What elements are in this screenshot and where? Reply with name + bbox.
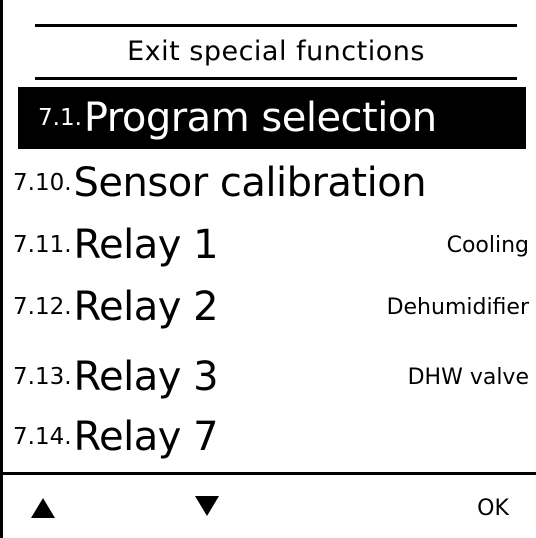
menu-item-value: Cooling [446, 232, 529, 258]
menu-item-number: 7.13. [13, 364, 72, 390]
menu-item-relay-2[interactable]: 7.12. Relay 2 Dehumidifier [13, 276, 529, 338]
menu-item-relay-3[interactable]: 7.13. Relay 3 DHW valve [13, 346, 529, 408]
scroll-up-button[interactable] [18, 488, 68, 528]
menu-header-exit[interactable]: Exit special functions [35, 30, 517, 72]
screen-frame-left [0, 0, 3, 538]
ok-label: OK [477, 495, 509, 521]
menu-item-value: Dehumidifier [386, 294, 529, 320]
menu-item-program-selection[interactable]: 7.1. Program selection [18, 87, 526, 149]
header-top-rule [35, 24, 517, 27]
footer-rule [0, 472, 536, 475]
menu-item-number: 7.11. [13, 232, 72, 258]
menu-item-relay-7[interactable]: 7.14. Relay 7 [13, 406, 529, 468]
menu-item-label: Relay 2 [73, 284, 219, 330]
menu-item-sensor-calibration[interactable]: 7.10. Sensor calibration [13, 152, 529, 214]
menu-item-label: Relay 1 [73, 222, 219, 268]
ok-button[interactable]: OK [460, 488, 526, 528]
menu-item-label: Program selection [83, 95, 437, 141]
triangle-up-icon [31, 498, 55, 518]
menu-item-label: Relay 3 [73, 354, 219, 400]
scroll-down-button[interactable] [182, 486, 232, 526]
menu-item-label: Relay 7 [73, 414, 219, 460]
header-title: Exit special functions [127, 35, 425, 67]
softkey-bar: OK [0, 478, 536, 534]
menu-item-label: Sensor calibration [73, 160, 427, 206]
menu-item-value: DHW valve [407, 364, 529, 390]
menu-item-number: 7.12. [13, 294, 72, 320]
header-bottom-rule [35, 77, 517, 80]
menu-item-number: 7.14. [13, 424, 72, 450]
menu-item-number: 7.10. [13, 170, 72, 196]
menu-item-number: 7.1. [38, 105, 82, 131]
triangle-down-icon [195, 496, 219, 516]
menu-item-relay-1[interactable]: 7.11. Relay 1 Cooling [13, 214, 529, 276]
